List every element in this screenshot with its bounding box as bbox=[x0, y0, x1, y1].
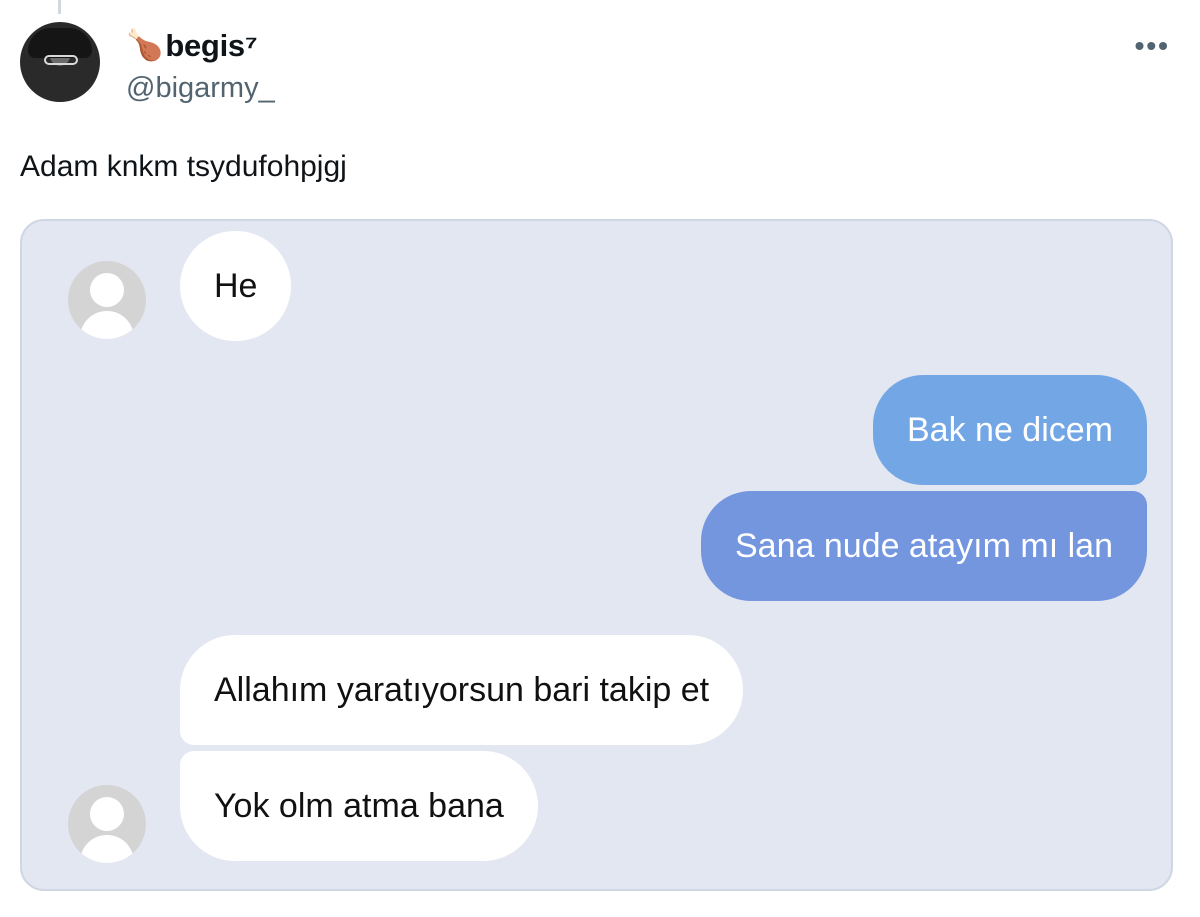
outgoing-message-bubble: Bak ne dicem bbox=[873, 375, 1147, 485]
more-horizontal-icon[interactable]: ••• bbox=[1135, 30, 1170, 62]
author-avatar[interactable] bbox=[20, 22, 100, 102]
thread-connector-line bbox=[58, 0, 61, 14]
default-user-avatar-icon bbox=[68, 785, 146, 863]
incoming-message-bubble: Allahım yaratıyorsun bari takip et bbox=[180, 635, 744, 745]
author-display-name[interactable]: begis⁷ bbox=[165, 28, 257, 64]
incoming-message-bubble: He bbox=[180, 231, 292, 341]
avatar-glasses bbox=[44, 55, 78, 65]
author-name-row[interactable]: 🍗 begis⁷ bbox=[126, 24, 258, 68]
poultry-leg-emoji-icon: 🍗 bbox=[126, 29, 164, 62]
outgoing-message-bubble: Sana nude atayım mı lan bbox=[700, 491, 1147, 601]
default-user-avatar-icon bbox=[68, 261, 146, 339]
incoming-message-bubble: Yok olm atma bana bbox=[180, 751, 538, 861]
author-handle[interactable]: @bigarmy_ bbox=[126, 72, 275, 105]
tweet-media-chat-screenshot[interactable]: He Bak ne dicem Sana nude atayım mı lan … bbox=[20, 219, 1173, 891]
avatar-hair bbox=[28, 28, 92, 58]
tweet-text: Adam knkm tsydufohpjgj bbox=[20, 150, 347, 183]
